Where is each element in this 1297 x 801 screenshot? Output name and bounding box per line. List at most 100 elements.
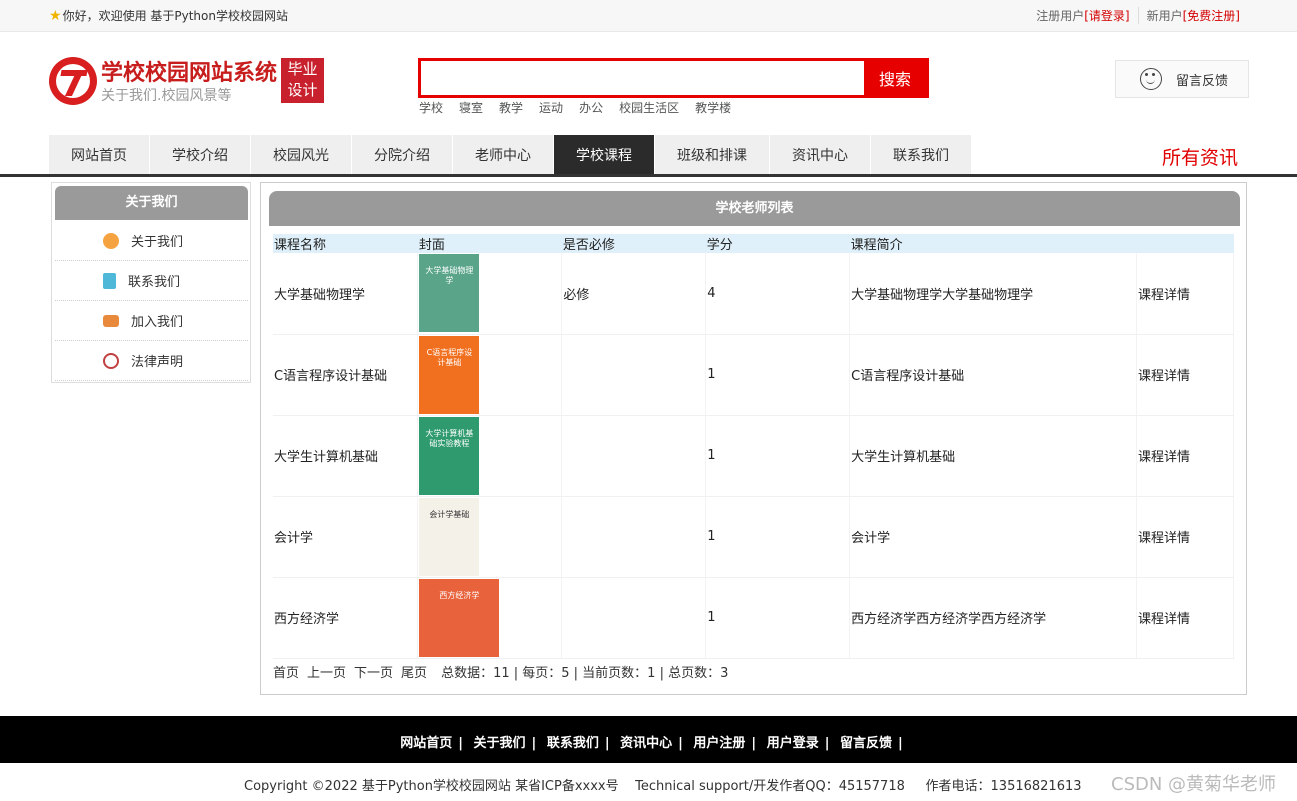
course-cover-image[interactable]: C语言程序设计基础 bbox=[419, 335, 480, 414]
search-input[interactable] bbox=[421, 61, 867, 95]
nav-item-campus-scenery[interactable]: 校园风光 bbox=[251, 135, 352, 174]
required-flag bbox=[561, 334, 707, 416]
cover-cell: 大学计算机基础实验教程 bbox=[417, 415, 563, 497]
course-detail-link[interactable]: 课程详情 bbox=[1136, 253, 1234, 335]
course-name: 大学基础物理学 bbox=[273, 253, 419, 335]
course-intro: 大学基础物理学大学基础物理学 bbox=[849, 253, 1137, 335]
course-table: 课程名称 封面 是否必修 学分 课程简介 大学基础物理学 大学基础物理学 必修 … bbox=[273, 234, 1234, 659]
hotword-link[interactable]: 学校 bbox=[419, 99, 443, 116]
course-cover-image[interactable]: 会计学基础 bbox=[419, 497, 480, 576]
cover-cell: 大学基础物理学 bbox=[417, 253, 563, 335]
pagination-stats: 总数据：11 | 每页：5 | 当前页数：1 | 总页数：3 bbox=[441, 666, 729, 681]
course-name: 大学生计算机基础 bbox=[273, 415, 419, 497]
hotword-link[interactable]: 办公 bbox=[579, 99, 603, 116]
nav-item-college-intro[interactable]: 分院介绍 bbox=[352, 135, 453, 174]
course-cover-image[interactable]: 西方经济学 bbox=[419, 578, 500, 657]
credit: 1 bbox=[705, 577, 851, 659]
register-group: 新用户[免费注册] bbox=[1137, 7, 1248, 24]
feedback-label: 留言反馈 bbox=[1176, 73, 1229, 89]
cover-cell: 会计学基础 bbox=[417, 496, 563, 578]
cover-cell: 西方经济学 bbox=[417, 577, 563, 659]
login-group: 注册用户[请登录] bbox=[1036, 9, 1130, 23]
search-button[interactable]: 搜索 bbox=[864, 61, 926, 95]
column-header: 封面 bbox=[417, 234, 562, 253]
graduation-badge: 毕业 设计 bbox=[281, 58, 324, 103]
site-logo-icon[interactable] bbox=[49, 57, 97, 105]
login-link[interactable]: [请登录] bbox=[1084, 9, 1129, 23]
nav-item-teacher-center[interactable]: 老师中心 bbox=[453, 135, 554, 174]
nav-item-contact[interactable]: 联系我们 bbox=[871, 135, 972, 174]
sidebar-item-about[interactable]: 关于我们 bbox=[55, 221, 248, 261]
credit: 1 bbox=[705, 334, 851, 416]
register-link[interactable]: [免费注册] bbox=[1183, 9, 1240, 23]
hotword-link[interactable]: 寝室 bbox=[459, 99, 483, 116]
credit: 4 bbox=[705, 253, 851, 335]
table-row: 大学基础物理学 大学基础物理学 必修 4 大学基础物理学大学基础物理学 课程详情 bbox=[273, 253, 1234, 335]
footer-link[interactable]: 资讯中心 bbox=[614, 736, 678, 751]
nav-item-news-center[interactable]: 资讯中心 bbox=[770, 135, 871, 174]
table-row: 西方经济学 西方经济学 1 西方经济学西方经济学西方经济学 课程详情 bbox=[273, 577, 1234, 659]
headset-user-icon bbox=[1140, 68, 1162, 90]
sidebar-item-join[interactable]: 加入我们 bbox=[55, 301, 248, 341]
table-row: 会计学 会计学基础 1 会计学 课程详情 bbox=[273, 496, 1234, 578]
nav-divider bbox=[0, 174, 1297, 177]
course-detail-link[interactable]: 课程详情 bbox=[1136, 415, 1234, 497]
main-nav: 网站首页 学校介绍 校园风光 分院介绍 老师中心 学校课程 班级和排课 资讯中心… bbox=[49, 135, 972, 174]
compass-icon bbox=[103, 232, 119, 249]
lock-icon bbox=[103, 314, 119, 327]
hotword-link[interactable]: 运动 bbox=[539, 99, 563, 116]
column-header: 课程名称 bbox=[273, 234, 418, 253]
footer-link[interactable]: 留言反馈 bbox=[834, 736, 898, 751]
panel-title: 学校老师列表 bbox=[269, 191, 1240, 226]
footer-link[interactable]: 用户注册 bbox=[687, 736, 751, 751]
nav-item-home[interactable]: 网站首页 bbox=[49, 135, 150, 174]
copyright-text: Copyright ©2022 基于Python学校校园网站 某省ICP备xxx… bbox=[244, 779, 1082, 794]
hotword-link[interactable]: 校园生活区 bbox=[619, 99, 679, 116]
course-cover-image[interactable]: 大学计算机基础实验教程 bbox=[419, 416, 480, 495]
footer-links: 网站首页 | 关于我们 | 联系我们 | 资讯中心 | 用户注册 | 用户登录 | 留言反馈… bbox=[0, 732, 1297, 751]
sidebar-item-contact[interactable]: 联系我们 bbox=[55, 261, 248, 301]
course-name: 西方经济学 bbox=[273, 577, 419, 659]
site-title: 学校校园网站系统 bbox=[101, 61, 278, 86]
csdn-watermark: CSDN @黄菊华老师 bbox=[1111, 774, 1277, 795]
footer-link[interactable]: 关于我们 bbox=[468, 736, 532, 751]
course-intro: 西方经济学西方经济学西方经济学 bbox=[849, 577, 1137, 659]
clipboard-icon bbox=[103, 272, 116, 289]
pagination: 首页 上一页 下一页 尾页 总数据：11 | 每页：5 | 当前页数：1 | 总… bbox=[273, 662, 736, 681]
top-bar: ★你好，欢迎使用 基于Python学校校园网站 注册用户[请登录] 新用户[免费… bbox=[0, 0, 1297, 32]
power-icon bbox=[103, 352, 119, 369]
footer-link[interactable]: 用户登录 bbox=[761, 736, 825, 751]
first-page-link[interactable]: 首页 bbox=[273, 662, 299, 681]
course-cover-image[interactable]: 大学基础物理学 bbox=[419, 254, 480, 333]
footer-link[interactable]: 联系我们 bbox=[541, 736, 605, 751]
course-intro: 会计学 bbox=[849, 496, 1137, 578]
required-flag bbox=[561, 496, 707, 578]
column-header: 是否必修 bbox=[561, 234, 706, 253]
nav-item-school-intro[interactable]: 学校介绍 bbox=[150, 135, 251, 174]
footer-bar: 网站首页 | 关于我们 | 联系我们 | 资讯中心 | 用户注册 | 用户登录 | 留言反馈… bbox=[0, 716, 1297, 763]
all-news-link[interactable]: 所有资讯 bbox=[1162, 143, 1238, 170]
next-page-link[interactable]: 下一页 bbox=[354, 662, 393, 681]
last-page-link[interactable]: 尾页 bbox=[401, 662, 427, 681]
nav-item-courses[interactable]: 学校课程 bbox=[554, 135, 655, 174]
cover-cell: C语言程序设计基础 bbox=[417, 334, 563, 416]
hot-keywords: 学校 寝室 教学 运动 办公 校园生活区 教学楼 bbox=[419, 99, 747, 116]
feedback-button[interactable]: 留言反馈 bbox=[1115, 60, 1249, 98]
required-flag bbox=[561, 577, 707, 659]
prev-page-link[interactable]: 上一页 bbox=[307, 662, 346, 681]
top-user-links: 注册用户[请登录] 新用户[免费注册] bbox=[1028, 7, 1248, 24]
course-name: C语言程序设计基础 bbox=[273, 334, 419, 416]
nav-item-class-schedule[interactable]: 班级和排课 bbox=[655, 135, 770, 174]
required-flag: 必修 bbox=[561, 253, 707, 335]
footer-link[interactable]: 网站首页 bbox=[394, 736, 458, 751]
hotword-link[interactable]: 教学 bbox=[499, 99, 523, 116]
course-intro: 大学生计算机基础 bbox=[849, 415, 1137, 497]
course-detail-link[interactable]: 课程详情 bbox=[1136, 577, 1234, 659]
course-detail-link[interactable]: 课程详情 bbox=[1136, 334, 1234, 416]
course-name: 会计学 bbox=[273, 496, 419, 578]
hotword-link[interactable]: 教学楼 bbox=[695, 99, 731, 116]
sidebar-item-legal[interactable]: 法律声明 bbox=[55, 341, 248, 381]
course-detail-link[interactable]: 课程详情 bbox=[1136, 496, 1234, 578]
column-header: 学分 bbox=[705, 234, 850, 253]
column-header: 课程简介 bbox=[849, 234, 1137, 253]
